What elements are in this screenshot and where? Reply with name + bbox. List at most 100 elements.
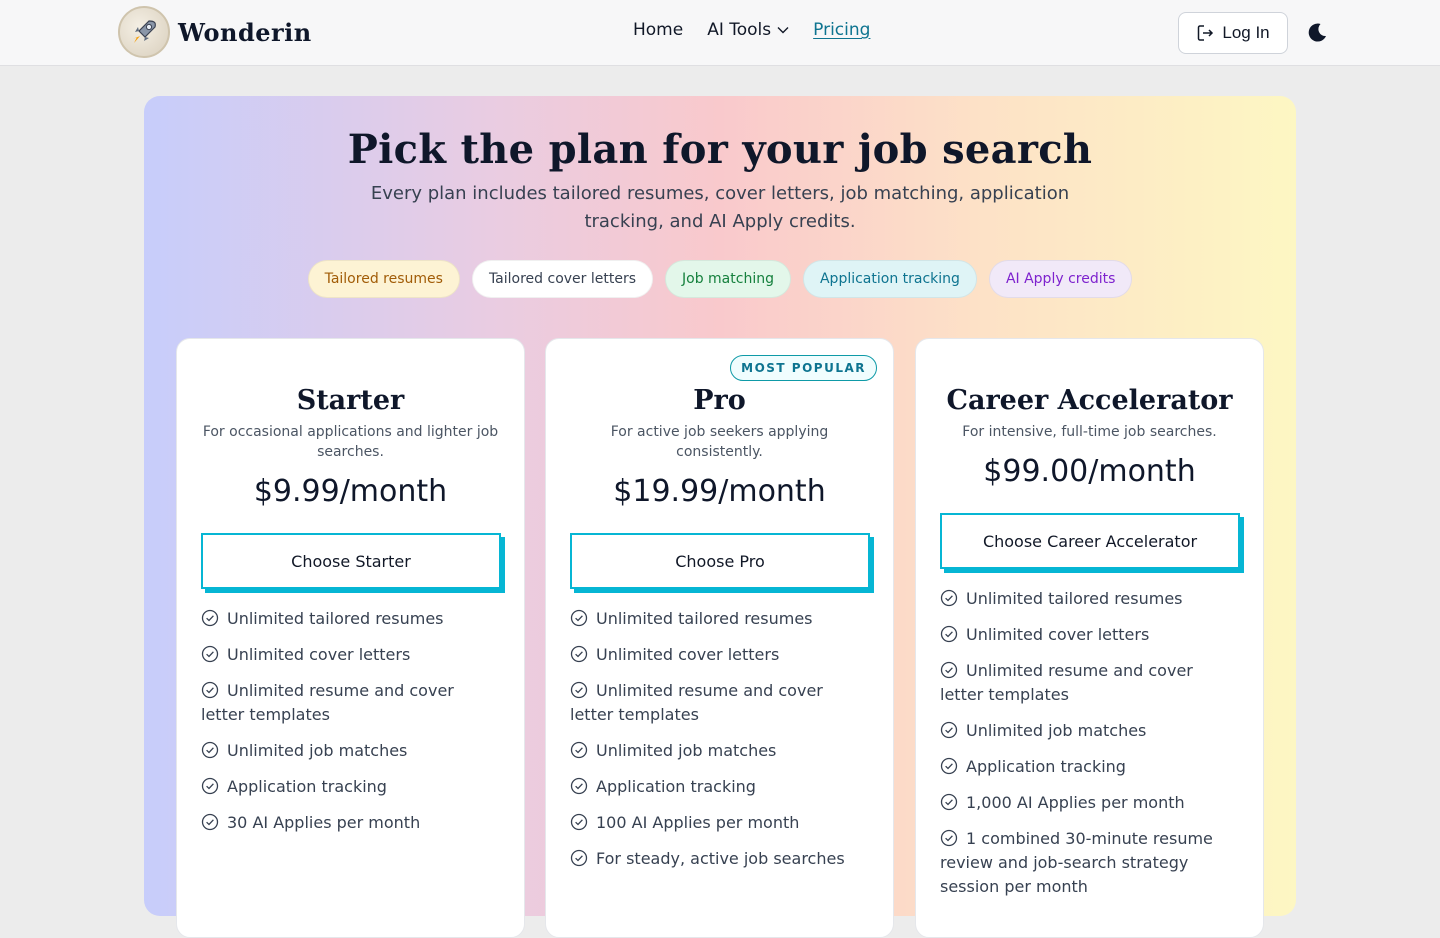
nav-pricing[interactable]: Pricing [813, 20, 870, 40]
pricing-section: Pick the plan for your job search Every … [144, 96, 1296, 938]
feature-text: 1 combined 30-minute resume review and j… [940, 829, 1213, 896]
feature-text: Unlimited cover letters [227, 645, 411, 664]
feature-text: Unlimited resume and cover letter templa… [570, 681, 823, 724]
check-circle-icon [570, 813, 588, 831]
feature-item: Unlimited cover letters [570, 643, 869, 667]
feature-pill: Tailored resumes [307, 260, 460, 298]
check-circle-icon [940, 625, 958, 643]
check-circle-icon [201, 681, 219, 699]
feature-pill: Application tracking [802, 260, 977, 298]
plan-name: Pro [693, 385, 746, 416]
check-circle-icon [940, 589, 958, 607]
page-title: Pick the plan for your job search [347, 126, 1093, 173]
feature-text: Unlimited tailored resumes [227, 609, 444, 628]
feature-item: Unlimited job matches [201, 739, 500, 763]
plan-card: MOST POPULAR Pro For active job seekers ap… [545, 338, 894, 938]
feature-item: For steady, active job searches [570, 847, 869, 871]
check-circle-icon [940, 793, 958, 811]
check-circle-icon [940, 757, 958, 775]
feature-text: Unlimited job matches [596, 741, 777, 760]
feature-text: 1,000 AI Applies per month [966, 793, 1185, 812]
check-circle-icon [940, 721, 958, 739]
theme-toggle[interactable] [1302, 18, 1332, 48]
feature-text: 30 AI Applies per month [227, 813, 421, 832]
feature-text: For steady, active job searches [596, 849, 845, 868]
feature-item: Unlimited cover letters [201, 643, 500, 667]
feature-text: Unlimited job matches [966, 721, 1147, 740]
plan-price: $99.00/month [983, 454, 1196, 489]
feature-text: Unlimited job matches [227, 741, 408, 760]
chevron-down-icon [777, 27, 789, 34]
check-circle-icon [570, 681, 588, 699]
plan-features: Unlimited tailored resumes Unlimited cove… [940, 587, 1239, 899]
feature-text: Unlimited resume and cover letter templa… [201, 681, 454, 724]
check-circle-icon [570, 741, 588, 759]
nav-ai-tools[interactable]: AI Tools [707, 20, 789, 40]
feature-text: Unlimited tailored resumes [966, 589, 1183, 608]
top-nav: Wonderin Home AI Tools Pricing Log In [0, 0, 1440, 66]
check-circle-icon [940, 829, 958, 847]
feature-item: Unlimited tailored resumes [201, 607, 500, 631]
check-circle-icon [570, 777, 588, 795]
feature-text: Unlimited cover letters [966, 625, 1150, 644]
feature-item: 1 combined 30-minute resume review and j… [940, 827, 1239, 899]
plan-card: Starter For occasional applications and l… [176, 338, 525, 938]
feature-item: Unlimited tailored resumes [570, 607, 869, 631]
feature-item: Unlimited job matches [570, 739, 869, 763]
feature-item: 1,000 AI Applies per month [940, 791, 1239, 815]
plan-price: $19.99/month [613, 474, 826, 509]
plan-description: For active job seekers applying consiste… [610, 424, 829, 460]
feature-text: Application tracking [227, 777, 387, 796]
feature-item: Unlimited cover letters [940, 623, 1239, 647]
feature-item: Unlimited resume and cover letter templa… [940, 659, 1239, 707]
feature-item: Unlimited resume and cover letter templa… [570, 679, 869, 727]
plan-description: For intensive, full-time job searches. [962, 424, 1217, 440]
main-nav: Home AI Tools Pricing [633, 20, 870, 40]
feature-pills: Tailored resumes Tailored cover letters Jo… [144, 260, 1296, 298]
brand-link[interactable]: Wonderin [118, 6, 312, 58]
log-in-icon [1198, 25, 1214, 41]
plan-name: Career Accelerator [946, 385, 1233, 416]
choose-plan-button[interactable]: Choose Career Accelerator [940, 513, 1240, 569]
feature-item: 30 AI Applies per month [201, 811, 500, 835]
check-circle-icon [570, 609, 588, 627]
choose-plan-button[interactable]: Choose Starter [201, 533, 501, 589]
moon-icon [1308, 23, 1326, 42]
feature-text: Application tracking [966, 757, 1126, 776]
feature-item: Application tracking [570, 775, 869, 799]
feature-text: Application tracking [596, 777, 756, 796]
feature-pill: Job matching [665, 260, 791, 298]
login-label: Log In [1222, 23, 1270, 42]
choose-plan-button[interactable]: Choose Pro [570, 533, 870, 589]
feature-item: Unlimited resume and cover letter templa… [201, 679, 500, 727]
check-circle-icon [940, 661, 958, 679]
nav-ai-tools-label: AI Tools [707, 20, 772, 40]
check-circle-icon [201, 777, 219, 795]
feature-text: Unlimited cover letters [596, 645, 780, 664]
plan-features: Unlimited tailored resumes Unlimited cove… [201, 607, 500, 835]
check-circle-icon [570, 849, 588, 867]
feature-item: Unlimited job matches [940, 719, 1239, 743]
feature-text: Unlimited resume and cover letter templa… [940, 661, 1193, 704]
check-circle-icon [201, 741, 219, 759]
brand-name: Wonderin [178, 17, 312, 47]
feature-text: 100 AI Applies per month [596, 813, 800, 832]
page-subtitle: Every plan includes tailored resumes, co… [370, 183, 1070, 232]
check-circle-icon [201, 609, 219, 627]
plan-description: For occasional applications and lighter … [202, 424, 499, 460]
nav-home[interactable]: Home [633, 20, 683, 40]
plan-card: Career Accelerator For intensive, full-ti… [915, 338, 1264, 938]
check-circle-icon [201, 813, 219, 831]
feature-pill: AI Apply credits [988, 260, 1133, 298]
feature-item: Application tracking [201, 775, 500, 799]
feature-item: 100 AI Applies per month [570, 811, 869, 835]
check-circle-icon [201, 645, 219, 663]
rocket-icon [118, 6, 170, 58]
feature-pill: Tailored cover letters [471, 260, 654, 298]
login-button[interactable]: Log In [1178, 12, 1288, 54]
check-circle-icon [570, 645, 588, 663]
feature-text: Unlimited tailored resumes [596, 609, 813, 628]
plan-name: Starter [296, 385, 405, 416]
plan-features: Unlimited tailored resumes Unlimited cove… [570, 607, 869, 871]
feature-item: Application tracking [940, 755, 1239, 779]
